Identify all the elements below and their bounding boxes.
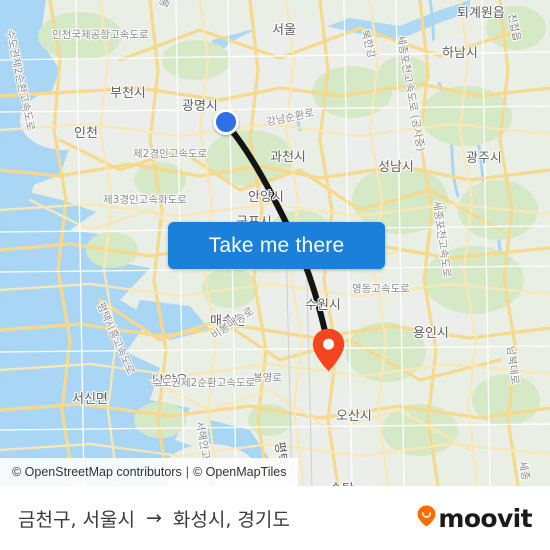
route-origin-label: 금천구, 서울시 — [18, 508, 135, 531]
route-summary: 금천구, 서울시 → 화성시, 경기도 — [18, 505, 290, 532]
moovit-wordmark: moovit — [438, 503, 532, 533]
attribution-separator: | — [185, 465, 189, 479]
moovit-map-card: .land { fill:#e9efe4; } .urban { fill:#e… — [0, 0, 550, 550]
destination-marker-icon[interactable] — [312, 328, 345, 372]
map-attribution: © OpenStreetMap contributors | © OpenMap… — [0, 458, 299, 486]
moovit-logo[interactable]: moovit — [417, 503, 533, 533]
route-destination-label: 화성시, 경기도 — [172, 508, 290, 531]
openstreetmap-attribution-link[interactable]: © OpenStreetMap contributors — [12, 465, 182, 479]
arrow-right-icon: → — [145, 506, 162, 529]
take-me-there-button[interactable]: Take me there — [168, 222, 385, 269]
moovit-pin-icon — [417, 504, 436, 532]
origin-marker-icon[interactable] — [213, 109, 239, 135]
map-canvas[interactable]: .land { fill:#e9efe4; } .urban { fill:#e… — [0, 0, 550, 486]
openmaptiles-attribution-link[interactable]: © OpenMapTiles — [193, 465, 287, 479]
footer-bar: 금천구, 서울시 → 화성시, 경기도 moovit — [0, 486, 550, 550]
